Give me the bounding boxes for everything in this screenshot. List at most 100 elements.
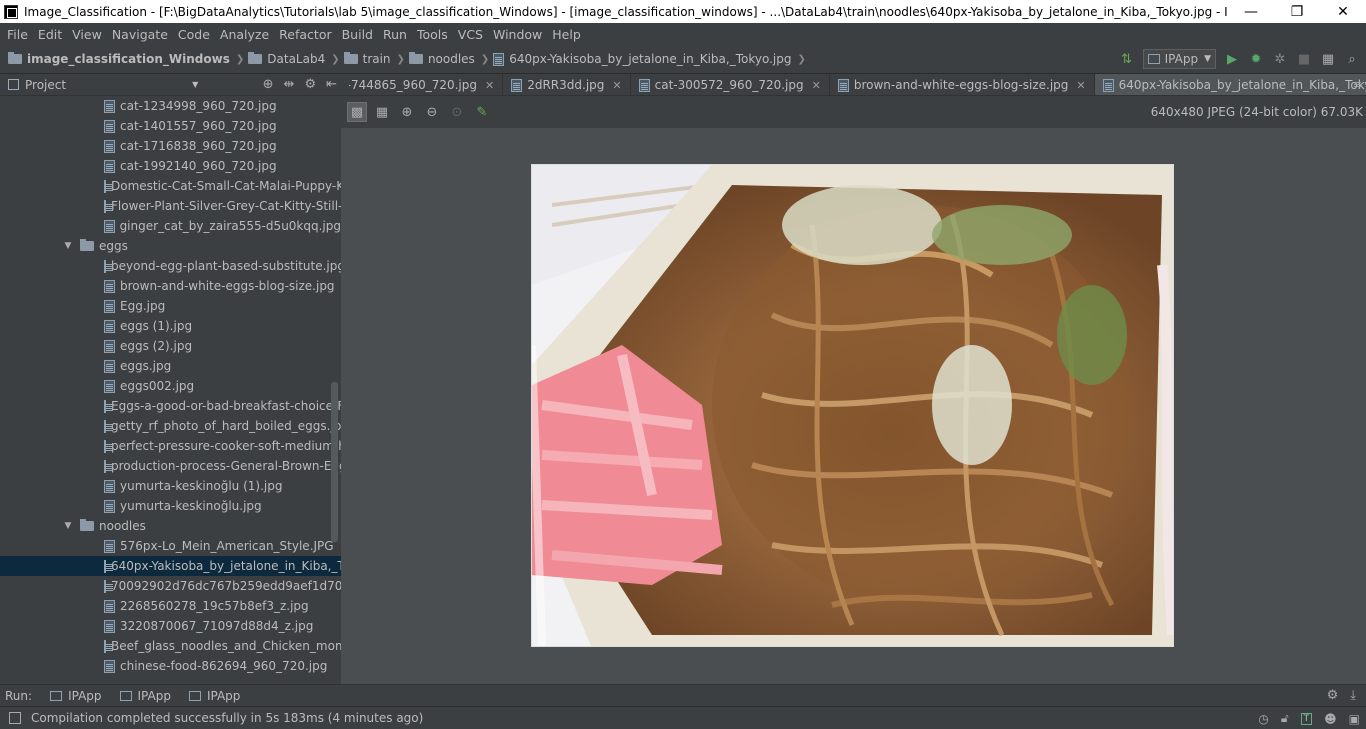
menu-analyze[interactable]: Analyze: [215, 27, 274, 42]
collapse-all-icon[interactable]: ⇹: [284, 77, 295, 92]
tree-file[interactable]: 640px-Yakisoba_by_jetalone_in_Kiba,_Toky: [0, 556, 341, 576]
expand-toggle-icon[interactable]: ▼: [62, 521, 74, 531]
coverage-icon[interactable]: ✲: [1272, 51, 1288, 67]
tree-file[interactable]: perfect-pressure-cooker-soft-medium-ha: [0, 436, 341, 456]
tree-file[interactable]: chinese-food-862694_960_720.jpg: [0, 656, 341, 676]
breadcrumb-train[interactable]: train ❯: [343, 52, 405, 66]
gear-icon[interactable]: ⚙: [304, 77, 316, 92]
debug-icon[interactable]: ✹: [1248, 51, 1264, 67]
run-tab-ipapp-2[interactable]: IPApp: [119, 689, 171, 703]
close-tab-icon[interactable]: ✕: [812, 79, 821, 92]
tab-label: plane-744865_960_720.jpg: [349, 78, 477, 92]
hide-panel-icon[interactable]: ⇤: [326, 77, 337, 92]
memory-indicator-icon[interactable]: ◷: [1258, 712, 1268, 726]
maximize-button[interactable]: ❐: [1274, 0, 1320, 23]
project-structure-icon[interactable]: ▦: [1320, 51, 1336, 67]
run-tab-ipapp-1[interactable]: IPApp: [50, 689, 102, 703]
grid-icon[interactable]: ▦: [372, 102, 392, 122]
close-tab-icon[interactable]: ✕: [612, 79, 621, 92]
tree-file[interactable]: cat-1716838_960_720.jpg: [0, 136, 341, 156]
editor-tab[interactable]: brown-and-white-eggs-blog-size.jpg ✕: [830, 74, 1095, 95]
tree-file[interactable]: Eggs-a-good-or-bad-breakfast-choice-Fi: [0, 396, 341, 416]
breadcrumb-datalab4[interactable]: DataLab4 ❯: [248, 52, 340, 66]
tree-file[interactable]: cat-1401557_960_720.jpg: [0, 116, 341, 136]
tree-file[interactable]: eggs (1).jpg: [0, 316, 341, 336]
menu-view[interactable]: View: [67, 27, 107, 42]
menu-build[interactable]: Build: [337, 27, 378, 42]
tree-item-label: Eggs-a-good-or-bad-breakfast-choice-Fi: [111, 399, 341, 413]
tree-file[interactable]: eggs.jpg: [0, 356, 341, 376]
tree-file[interactable]: yumurta-keskinoğlu.jpg: [0, 496, 341, 516]
breadcrumb-project[interactable]: image_classification_Windows ❯: [8, 52, 244, 66]
tree-file[interactable]: 576px-Lo_Mein_American_Style.JPG: [0, 536, 341, 556]
tree-file[interactable]: Egg.jpg: [0, 296, 341, 316]
tree-file[interactable]: production-process-General-Brown-Eggs: [0, 456, 341, 476]
expand-toggle-icon[interactable]: ▼: [62, 241, 74, 251]
chevron-right-icon: ❯: [797, 53, 806, 65]
tree-file[interactable]: Domestic-Cat-Small-Cat-Malai-Puppy-Ki: [0, 176, 341, 196]
actual-size-icon[interactable]: ⊙: [447, 102, 467, 122]
menu-help[interactable]: Help: [547, 27, 586, 42]
color-picker-icon[interactable]: ✎: [472, 102, 492, 122]
menu-refactor[interactable]: Refactor: [274, 27, 336, 42]
gear-icon[interactable]: ⚙: [1327, 688, 1339, 703]
menu-file[interactable]: File: [2, 27, 33, 42]
vcs-badge[interactable]: T: [1300, 712, 1313, 725]
tree-item-label: ginger_cat_by_zaira555-d5u0kqq.jpg: [119, 219, 341, 233]
tree-file[interactable]: 2268560278_19c57b8ef3_z.jpg: [0, 596, 341, 616]
tree-file[interactable]: 3220870067_71097d88d4_z.jpg: [0, 616, 341, 636]
tree-file[interactable]: eggs (2).jpg: [0, 336, 341, 356]
build-project-icon[interactable]: ⇅: [1119, 51, 1135, 67]
tree-file[interactable]: ginger_cat_by_zaira555-d5u0kqq.jpg: [0, 216, 341, 236]
search-icon[interactable]: ⌕: [1344, 51, 1360, 67]
editor-tab[interactable]: 2dRR3dd.jpg ✕: [503, 74, 631, 95]
tree-folder[interactable]: ▼ eggs: [0, 236, 341, 256]
tabs-overflow-icon[interactable]: ≡: [1353, 78, 1362, 91]
tree-folder[interactable]: ▼ noodles: [0, 516, 341, 536]
tree-file[interactable]: eggs002.jpg: [0, 376, 341, 396]
editor-tab[interactable]: cat-300572_960_720.jpg ✕: [631, 74, 830, 95]
event-log-icon[interactable]: ▣: [1349, 712, 1360, 726]
stop-icon[interactable]: ■: [1296, 51, 1312, 67]
close-tab-icon[interactable]: ✕: [1076, 79, 1085, 92]
close-tab-icon[interactable]: ✕: [485, 79, 494, 92]
menu-code[interactable]: Code: [173, 27, 215, 42]
editor-tab[interactable]: plane-744865_960_720.jpg ✕: [341, 74, 504, 95]
tree-file[interactable]: yumurta-keskinoğlu (1).jpg: [0, 476, 341, 496]
menu-edit[interactable]: Edit: [33, 27, 67, 42]
lock-icon[interactable]: 🔓︎: [1281, 711, 1289, 726]
menu-vcs[interactable]: VCS: [453, 27, 488, 42]
tree-file[interactable]: Beef_glass_noodles_and_Chicken_momos: [0, 636, 341, 656]
chessboard-background-icon[interactable]: ▩: [347, 102, 367, 122]
locate-file-icon[interactable]: ⊕: [263, 77, 274, 92]
tree-file[interactable]: cat-1992140_960_720.jpg: [0, 156, 341, 176]
close-button[interactable]: ✕: [1320, 0, 1366, 23]
project-tree-scrollbar[interactable]: [331, 382, 338, 542]
menu-run[interactable]: Run: [378, 27, 412, 42]
menu-navigate[interactable]: Navigate: [107, 27, 173, 42]
zoom-out-icon[interactable]: ⊖: [422, 102, 442, 122]
tree-file[interactable]: Flower-Plant-Silver-Grey-Cat-Kitty-Still…: [0, 196, 341, 216]
run-configuration-select[interactable]: IPApp ▼: [1142, 49, 1216, 69]
minimize-button[interactable]: —: [1228, 0, 1274, 23]
run-icon[interactable]: ▶: [1224, 51, 1240, 67]
hide-panel-icon[interactable]: ⤓: [1350, 688, 1356, 703]
editor-tab-active[interactable]: 640px-Yakisoba_by_jetalone_in_Kiba,_Toky…: [1094, 74, 1366, 95]
menu-window[interactable]: Window: [488, 27, 547, 42]
caret-down-icon[interactable]: ▼: [192, 80, 198, 89]
tree-item-label: eggs002.jpg: [120, 379, 195, 393]
zoom-in-icon[interactable]: ⊕: [397, 102, 417, 122]
tool-windows-icon[interactable]: [9, 712, 21, 724]
tree-file[interactable]: brown-and-white-eggs-blog-size.jpg: [0, 276, 341, 296]
project-panel-title[interactable]: Project: [25, 78, 66, 92]
run-tab-ipapp-3[interactable]: IPApp: [188, 689, 240, 703]
tree-file[interactable]: getty_rf_photo_of_hard_boiled_eggs.jpg: [0, 416, 341, 436]
menu-tools[interactable]: Tools: [412, 27, 453, 42]
tree-file[interactable]: beyond-egg-plant-based-substitute.jpg: [0, 256, 341, 276]
inspector-icon[interactable]: ☻: [1324, 712, 1337, 726]
tree-file[interactable]: 70092902d76dc767b259edd9aef1d707.jpg: [0, 576, 341, 596]
tree-file[interactable]: cat-1234998_960_720.jpg: [0, 96, 341, 116]
folder-icon: [80, 519, 94, 531]
breadcrumb-noodles[interactable]: noodles ❯: [408, 52, 489, 66]
breadcrumb-file[interactable]: 640px-Yakisoba_by_jetalone_in_Kiba,_Toky…: [493, 52, 806, 66]
